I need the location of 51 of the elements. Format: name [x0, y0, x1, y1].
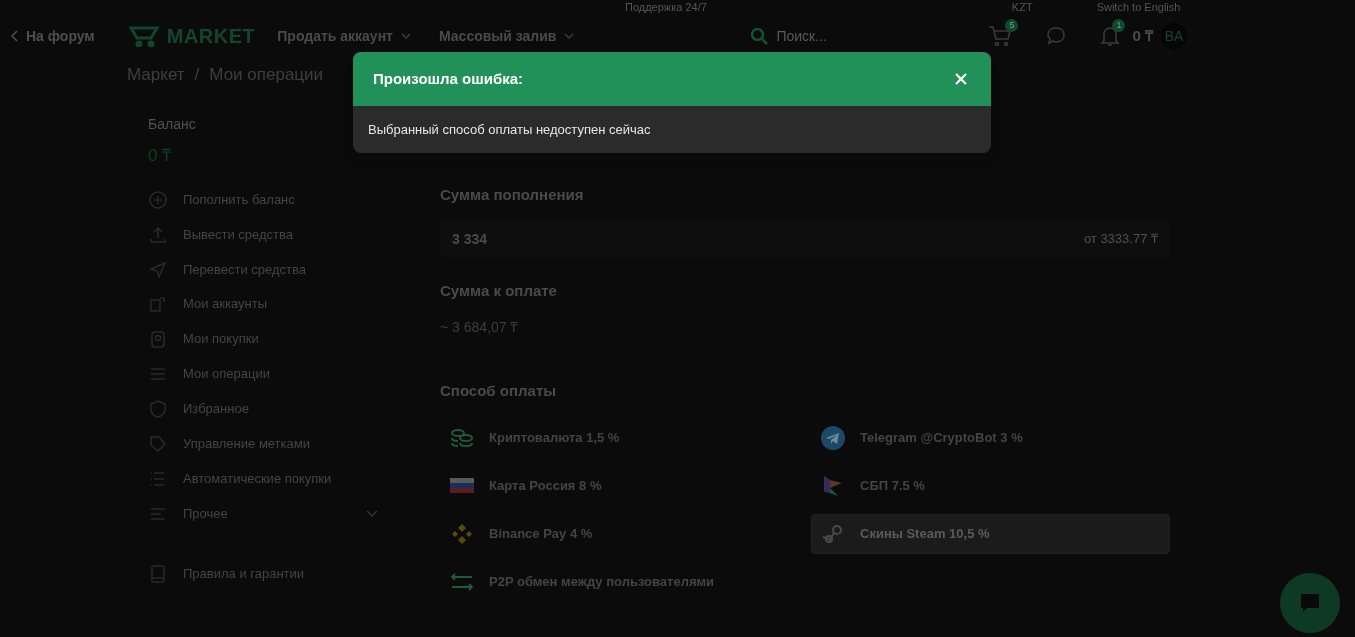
- telegram-icon: [820, 425, 846, 451]
- chat-bubble-icon[interactable]: [1046, 26, 1067, 46]
- payment-method-option[interactable]: СБП 7.5 %: [811, 466, 1170, 506]
- cart-count-badge: 5: [1005, 19, 1019, 32]
- sidebar-item[interactable]: Пополнить баланс: [148, 190, 378, 210]
- sidebar-item[interactable]: Автоматические покупки: [148, 469, 378, 489]
- logo-text: MARKET: [166, 24, 256, 49]
- payment-method-label: Способ оплаты: [440, 380, 558, 401]
- payment-method-option[interactable]: Скины Steam 10,5 %: [811, 514, 1170, 554]
- dialog-message: Выбранный способ оплаты недоступен сейчас: [368, 120, 651, 139]
- book-icon: [148, 564, 168, 584]
- search-icon: [750, 27, 769, 45]
- sidebar-item[interactable]: Избранное: [148, 399, 378, 419]
- payment-method-option[interactable]: Криптовалюта 1,5 %: [440, 418, 799, 458]
- sidebar-item[interactable]: Управление метками: [148, 434, 378, 454]
- sidebar-item[interactable]: Перевести средства: [148, 260, 378, 280]
- send-icon: [148, 260, 168, 280]
- dialog-title: Произошла ошибка:: [373, 68, 524, 89]
- payment-method-option[interactable]: Карта Россия 8 %: [440, 466, 799, 506]
- search-field[interactable]: Поиск...: [776, 25, 927, 47]
- shield-icon: [148, 399, 168, 419]
- plus-circle-icon: [148, 190, 168, 210]
- minimum-amount-hint: от 3333.77 ₸: [1083, 230, 1158, 249]
- payment-total-label: Сумма к оплате: [440, 281, 558, 301]
- sidebar-item[interactable]: Вывести средства: [148, 225, 378, 245]
- user-avatar[interactable]: BA: [1160, 23, 1187, 49]
- payment-method-option[interactable]: P2P обмен между пользователями: [440, 562, 799, 602]
- cart-logo-icon: [128, 25, 161, 47]
- english-link[interactable]: Switch to English: [1096, 0, 1181, 16]
- chat-icon: [1299, 592, 1321, 614]
- bag-icon: [148, 329, 168, 349]
- breadcrumb-separator: /: [194, 64, 200, 86]
- header-balance: 0 ₸: [1132, 25, 1153, 46]
- payment-method-option[interactable]: Telegram @CryptoBot 3 %: [811, 418, 1170, 458]
- tag-icon: [148, 434, 168, 454]
- chevron-down-icon: [564, 33, 575, 39]
- close-icon: [955, 73, 967, 85]
- chevron-left-icon: [10, 30, 20, 42]
- currency-label[interactable]: KZT: [1011, 0, 1033, 16]
- amount-label: Сумма пополнения: [440, 184, 585, 205]
- notification-count-badge: 1: [1112, 19, 1126, 32]
- nav-dropdown[interactable]: Продать аккаунт: [277, 25, 411, 47]
- chat-button[interactable]: [1280, 573, 1340, 633]
- chevron-down-icon: [401, 33, 411, 39]
- sidebar-item[interactable]: Прочее: [148, 504, 378, 524]
- support-link[interactable]: Поддержка 24/7: [625, 0, 707, 16]
- upload-icon: [148, 225, 168, 245]
- accounts-icon: [148, 294, 168, 314]
- nav-dropdown[interactable]: Массовый залив: [439, 25, 575, 47]
- payment-method-option[interactable]: Binance Pay 4 %: [440, 514, 799, 554]
- back-to-forum-link[interactable]: На форум: [10, 25, 95, 47]
